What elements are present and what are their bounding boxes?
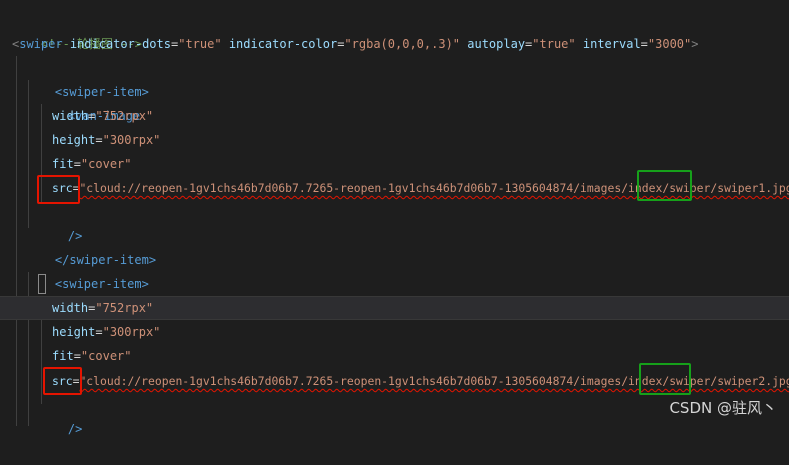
- src-attribute-highlight-1: [37, 175, 80, 204]
- code-line-swiper-item-open-2[interactable]: <swiper-item>: [0, 248, 789, 291]
- tag-name: swiper: [19, 37, 63, 51]
- attr-name: fit: [52, 349, 74, 363]
- code-line-van-image-open-2[interactable]: <van-image: [0, 272, 789, 315]
- tag-selfclose: />: [67, 422, 83, 436]
- attr-name: indicator-dots: [69, 37, 171, 51]
- attr-name: width: [52, 301, 89, 315]
- attr-name: indicator-color: [228, 37, 338, 51]
- attr-value: "752rpx": [95, 109, 154, 123]
- code-line-width[interactable]: width="752rpx": [0, 104, 789, 128]
- attr-value: "true": [532, 37, 576, 51]
- watermark: CSDN @驻风丶: [669, 399, 777, 417]
- attr-value: "rgba(0,0,0,.3)": [344, 37, 461, 51]
- attr-value: "cover": [80, 157, 132, 171]
- attr-name: fit: [52, 157, 74, 171]
- attr-name: height: [52, 133, 96, 147]
- attr-value: "752rpx": [95, 301, 154, 315]
- equals: =: [640, 37, 648, 51]
- code-editor[interactable]: <!-- 轮播图 --> <swiper indicator-dots="tru…: [0, 0, 789, 436]
- swiper-folder-highlight-2: [639, 363, 691, 395]
- code-line-selfclose-1[interactable]: />: [0, 200, 789, 243]
- equals: =: [95, 133, 103, 147]
- code-line-van-image-open[interactable]: <van-image: [0, 80, 789, 123]
- bracket-match-highlight: [38, 274, 46, 294]
- attr-name: autoplay: [467, 37, 526, 51]
- equals: =: [73, 157, 81, 171]
- code-line-swiper-item-open[interactable]: <swiper-item>: [0, 56, 789, 99]
- attr-value: "true": [178, 37, 222, 51]
- attr-value: "cover": [80, 349, 132, 363]
- attr-value: "3000": [647, 37, 692, 51]
- attr-name: width: [52, 109, 89, 123]
- src-attribute-highlight-2: [43, 367, 82, 395]
- code-line-width-2-active[interactable]: width="752rpx": [0, 296, 789, 320]
- code-line-height[interactable]: height="300rpx": [0, 128, 789, 152]
- code-line-swiper-open[interactable]: <swiper indicator-dots="true" indicator-…: [0, 32, 789, 56]
- attr-value: "300rpx": [102, 325, 161, 339]
- attr-value: "300rpx": [102, 133, 161, 147]
- tag-bracket: >: [691, 37, 699, 51]
- attr-name: height: [52, 325, 96, 339]
- equals: =: [95, 325, 103, 339]
- swiper-folder-highlight-1: [637, 170, 692, 201]
- attr-name: interval: [582, 37, 641, 51]
- equals: =: [73, 349, 81, 363]
- code-line-swiper-item-close[interactable]: </swiper-item>: [0, 224, 789, 267]
- code-line-height-2[interactable]: height="300rpx": [0, 320, 789, 344]
- code-line-comment[interactable]: <!-- 轮播图 -->: [0, 8, 789, 51]
